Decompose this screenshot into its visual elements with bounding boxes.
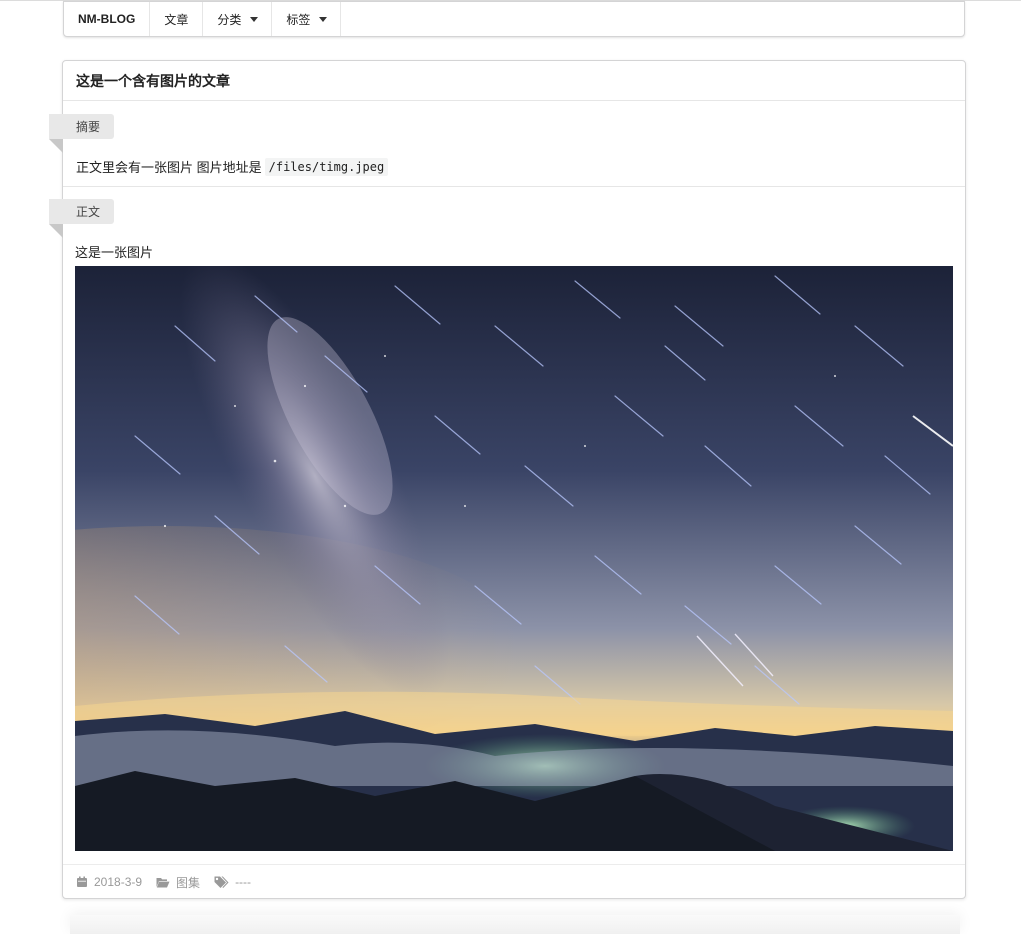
ribbon-fold [49,224,63,238]
brand-link[interactable]: NM-BLOG [64,2,151,36]
caret-down-icon [319,16,328,22]
ribbon-fold [49,139,63,153]
folder-open-icon [156,877,170,887]
next-card-edge [70,915,960,934]
body-ribbon-label: 正文 [49,199,115,224]
meta-tags[interactable]: ---- [214,875,251,889]
summary-ribbon-label: 摘要 [49,114,115,139]
starry-night-landscape-photo [75,266,953,851]
nav-item-tags[interactable]: 标签 [272,2,342,36]
article-title[interactable]: 这是一个含有图片的文章 [63,61,965,101]
article-card: 这是一个含有图片的文章 摘要 正文里会有一张图片 图片地址是 /files/ti… [49,60,966,899]
tags-icon [214,876,229,888]
top-navbar: NM-BLOG 文章 分类 标签 [63,1,965,37]
summary-text: 正文里会有一张图片 图片地址是 /files/timg.jpeg [76,157,389,176]
image-path-code: /files/timg.jpeg [264,157,389,176]
nav-item-categories[interactable]: 分类 [203,2,273,36]
nav-item-categories-label: 分类 [217,12,242,27]
meta-date: 2018-3-9 [76,875,142,889]
meta-category-text[interactable]: 图集 [176,874,200,891]
nav-item-tags-label: 标签 [286,12,311,27]
meta-tags-text[interactable]: ---- [235,875,251,889]
body-paragraph: 这是一张图片 [75,245,154,260]
meta-date-text: 2018-3-9 [94,875,143,889]
article-meta-footer: 2018-3-9 图集 ---- [63,864,965,899]
body-section: 正文 这是一张图片 [49,188,965,864]
nav-item-articles-label: 文章 [164,12,189,27]
nav-item-articles[interactable]: 文章 [150,2,204,36]
caret-down-icon [250,16,259,22]
summary-section: 摘要 正文里会有一张图片 图片地址是 /files/timg.jpeg [49,101,965,187]
meta-category[interactable]: 图集 [156,874,200,891]
summary-sentence: 正文里会有一张图片 图片地址是 [76,160,262,175]
calendar-icon [77,876,87,887]
